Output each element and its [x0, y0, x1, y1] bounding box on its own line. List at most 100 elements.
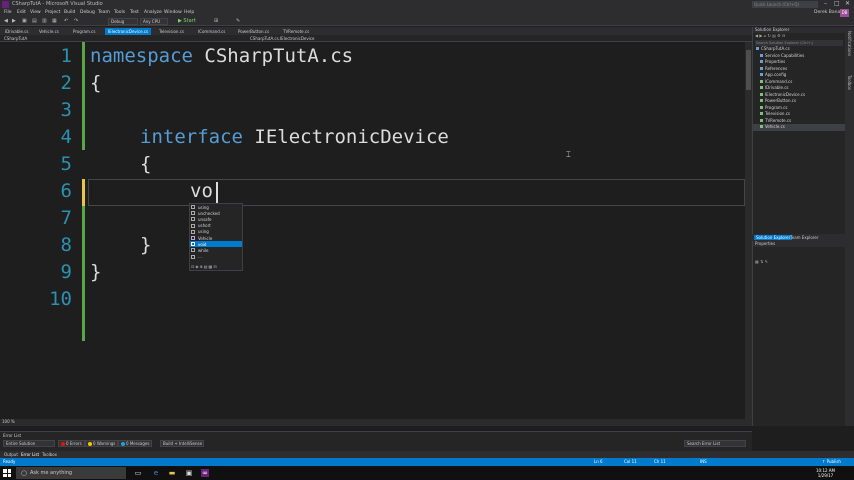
menu-analyze[interactable]: Analyze	[144, 10, 162, 15]
completion-filter-icons[interactable]: ⊡◈⊕▤▦⊟	[191, 264, 218, 270]
tab-program[interactable]: Program.cs	[70, 28, 98, 35]
tab-vehicle[interactable]: Vehicle.cs	[36, 28, 62, 35]
platform-select[interactable]: Any CPU	[140, 18, 168, 25]
type-dropdown[interactable]: CSharpTutA.cs.IElectronicDevice	[250, 36, 315, 41]
undo-icon[interactable]: ↶	[64, 18, 68, 24]
user-name[interactable]: Derek Banas	[814, 10, 843, 15]
configuration-select[interactable]: Debug	[108, 18, 138, 25]
keyword-interface: interface	[140, 126, 243, 148]
new-project-icon[interactable]: ▣	[22, 18, 27, 24]
tab-television[interactable]: Television.cs	[156, 28, 187, 35]
tree-item-vehicle[interactable]: Vehicle.cs	[753, 124, 845, 131]
line-number: 6	[60, 180, 72, 202]
keyword-icon	[191, 248, 195, 253]
editor-horizontal-scrollbar[interactable]: 100 %	[0, 419, 745, 426]
errors-filter-button[interactable]: 0 Errors	[58, 440, 85, 447]
change-marker-unsaved	[82, 179, 85, 206]
code-editor[interactable]: 1 2 3 4 5 6 7 8 9 10 namespace CSharpTut…	[0, 42, 745, 426]
error-list-search-input[interactable]: Search Error List	[684, 440, 746, 447]
status-insert-mode: INS	[700, 459, 707, 464]
properties-toolbar[interactable]: ▦ ⇅ ✎	[753, 259, 845, 266]
back-icon[interactable]: ◀	[4, 18, 8, 24]
editor-vertical-scrollbar[interactable]	[745, 42, 752, 426]
menu-tools[interactable]: Tools	[114, 10, 125, 15]
publish-button[interactable]: ↑ Publish	[822, 459, 841, 464]
toolbar-misc-icon[interactable]: ⊞	[214, 18, 218, 24]
visual-studio-taskbar-icon[interactable]: ∞	[201, 469, 209, 477]
tab-powerbutton[interactable]: PowerButton.cs	[235, 28, 272, 35]
change-marker-saved	[82, 206, 85, 341]
keyword-icon	[191, 205, 195, 210]
tab-toolbox-bottom[interactable]: Toolbox	[42, 452, 57, 457]
line-number: 10	[49, 288, 72, 310]
scrollbar-thumb[interactable]	[746, 50, 751, 90]
build-source-select[interactable]: Build + IntelliSense	[160, 440, 204, 447]
menu-window[interactable]: Window	[164, 10, 182, 15]
class-icon	[191, 236, 195, 241]
file-explorer-icon[interactable]: ▬	[168, 469, 176, 477]
csharp-file-icon	[760, 86, 763, 89]
toolbox-tab[interactable]: Toolbox	[847, 75, 852, 90]
config-file-icon	[760, 73, 763, 76]
csharp-file-icon	[760, 105, 763, 109]
menu-build[interactable]: Build	[64, 10, 75, 15]
warnings-filter-button[interactable]: 0 Warnings	[85, 440, 119, 447]
code-line-6: vo	[190, 180, 213, 202]
minimize-icon[interactable]: –	[824, 0, 827, 7]
forward-icon[interactable]: ▶	[12, 18, 16, 24]
status-column: Col 11	[624, 459, 637, 464]
cortana-search-input[interactable]: Ask me anything	[16, 467, 126, 479]
menu-team[interactable]: Team	[98, 10, 110, 15]
visual-studio-logo-icon	[2, 1, 9, 8]
menu-project[interactable]: Project	[45, 10, 60, 15]
toolbar: ◀ ▶ ▣ ▤ ▥ ▦ ↶ ↷ Debug Any CPU ▶ Start ⊞ …	[0, 17, 854, 26]
menu-bar: File Edit View Project Build Debug Team …	[0, 9, 854, 17]
close-icon[interactable]: ✕	[845, 0, 850, 7]
start-button[interactable]: ▶ Start	[178, 18, 196, 24]
redo-icon[interactable]: ↷	[74, 18, 78, 24]
keyword-icon	[191, 211, 195, 216]
mouse-cursor-icon: ⌶	[566, 150, 571, 159]
tab-tvremote[interactable]: TVRemote.cs	[280, 28, 312, 35]
notifications-tab[interactable]: Notifications	[847, 31, 852, 56]
references-icon	[760, 66, 763, 70]
menu-view[interactable]: View	[30, 10, 41, 15]
system-clock[interactable]: 10:12 AM 1/29/17	[816, 468, 835, 478]
completion-item[interactable]: …	[190, 254, 242, 260]
tab-icommand[interactable]: ICommand.cs	[195, 28, 228, 35]
task-view-icon[interactable]: ▭	[134, 469, 142, 477]
save-all-icon[interactable]: ▦	[52, 18, 57, 24]
tab-team-explorer[interactable]: Team Explorer	[788, 235, 821, 240]
menu-debug[interactable]: Debug	[80, 10, 95, 15]
menu-help[interactable]: Help	[184, 10, 194, 15]
quick-launch-input[interactable]: Quick Launch (Ctrl+Q)	[752, 1, 818, 8]
keyword-icon	[191, 242, 195, 247]
side-rail: Notifications Toolbox	[845, 27, 854, 426]
store-icon[interactable]: ▣	[185, 469, 193, 477]
csharp-file-icon	[760, 112, 763, 115]
comment-icon[interactable]: ✎	[236, 18, 240, 24]
tab-ielectronicdevice[interactable]: IElectronicDevice.cs	[105, 28, 152, 35]
open-icon[interactable]: ▤	[32, 18, 37, 24]
solution-explorer-toolbar[interactable]: ◀ ▶ ⌂ ↻ ▤ ⚙ ⊟	[753, 33, 845, 40]
project-dropdown[interactable]: CSharpTutA	[4, 36, 27, 41]
menu-test[interactable]: Test	[130, 10, 139, 15]
windows-start-icon[interactable]	[3, 469, 11, 477]
window-title: CSharpTutA - Microsoft Visual Studio	[12, 1, 103, 7]
status-ready: Ready	[3, 459, 16, 464]
edge-browser-icon[interactable]: e	[152, 469, 160, 477]
zoom-level[interactable]: 100 %	[2, 419, 15, 424]
messages-filter-button[interactable]: 0 Messages	[118, 440, 153, 447]
tab-solution-explorer[interactable]: Solution Explorer	[754, 235, 793, 240]
maximize-icon[interactable]: □	[834, 0, 840, 7]
save-icon[interactable]: ▥	[42, 18, 47, 24]
avatar[interactable]: DB	[840, 9, 849, 17]
menu-edit[interactable]: Edit	[17, 10, 26, 15]
scope-select[interactable]: Entire Solution	[3, 440, 55, 447]
properties-panel: Properties ▦ ⇅ ✎	[752, 241, 845, 426]
menu-file[interactable]: File	[4, 10, 12, 15]
tab-error-list[interactable]: Error List	[21, 452, 39, 457]
tab-output[interactable]: Output	[4, 452, 18, 457]
microphone-icon: ○	[20, 469, 28, 477]
tab-idrivable[interactable]: IDrivable.cs	[2, 28, 32, 35]
